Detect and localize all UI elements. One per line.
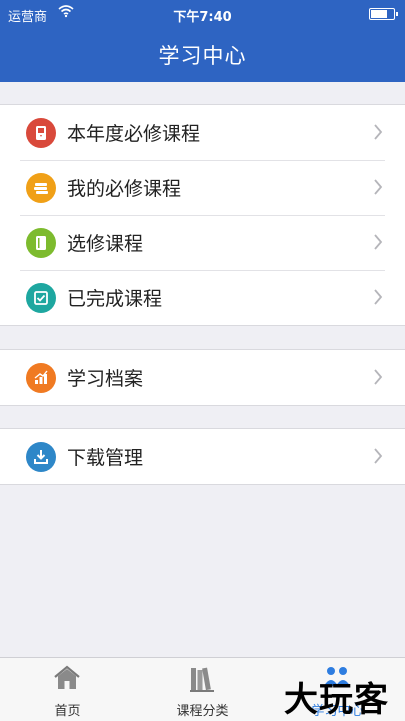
stacked-books-icon	[26, 173, 56, 203]
status-bar: 运营商 下午7:40	[0, 0, 405, 28]
chevron-right-icon	[373, 179, 383, 199]
menu-item-label: 学习档案	[67, 368, 144, 390]
chevron-right-icon	[373, 369, 383, 389]
menu-item-my-required-courses[interactable]: 我的必修课程	[0, 160, 405, 215]
course-menu-group: 本年度必修课程 我的必修课程 选修课程 已完成课程	[0, 104, 405, 326]
menu-item-download-management[interactable]: 下载管理	[0, 429, 405, 484]
record-menu-group: 学习档案	[0, 349, 405, 406]
download-menu-group: 下载管理	[0, 428, 405, 485]
menu-item-annual-required-courses[interactable]: 本年度必修课程	[0, 105, 405, 160]
bar-chart-icon	[26, 363, 56, 393]
watermark-logo: 大玩客	[284, 680, 389, 720]
elective-book-icon	[26, 228, 56, 258]
menu-item-completed-courses[interactable]: 已完成课程	[0, 270, 405, 325]
download-icon	[26, 442, 56, 472]
checklist-icon	[26, 283, 56, 313]
menu-item-label: 已完成课程	[67, 288, 163, 310]
battery-icon	[369, 8, 398, 20]
menu-item-learning-records[interactable]: 学习档案	[0, 350, 405, 405]
tab-home[interactable]: 首页	[0, 658, 135, 721]
required-book-icon	[26, 118, 56, 148]
tab-course-categories[interactable]: 课程分类	[135, 658, 270, 721]
page-title: 学习中心	[158, 44, 247, 68]
menu-item-elective-courses[interactable]: 选修课程	[0, 215, 405, 270]
navigation-bar: 学习中心	[0, 28, 405, 82]
chevron-right-icon	[373, 448, 383, 468]
menu-item-label: 本年度必修课程	[67, 123, 201, 145]
tab-label: 首页	[54, 704, 81, 719]
chevron-right-icon	[373, 124, 383, 144]
menu-item-label: 选修课程	[67, 233, 144, 255]
menu-item-label: 下载管理	[67, 447, 144, 469]
menu-item-label: 我的必修课程	[67, 178, 182, 200]
tab-label: 课程分类	[176, 704, 229, 719]
chevron-right-icon	[373, 289, 383, 309]
status-time: 下午7:40	[173, 10, 232, 25]
chevron-right-icon	[373, 234, 383, 254]
